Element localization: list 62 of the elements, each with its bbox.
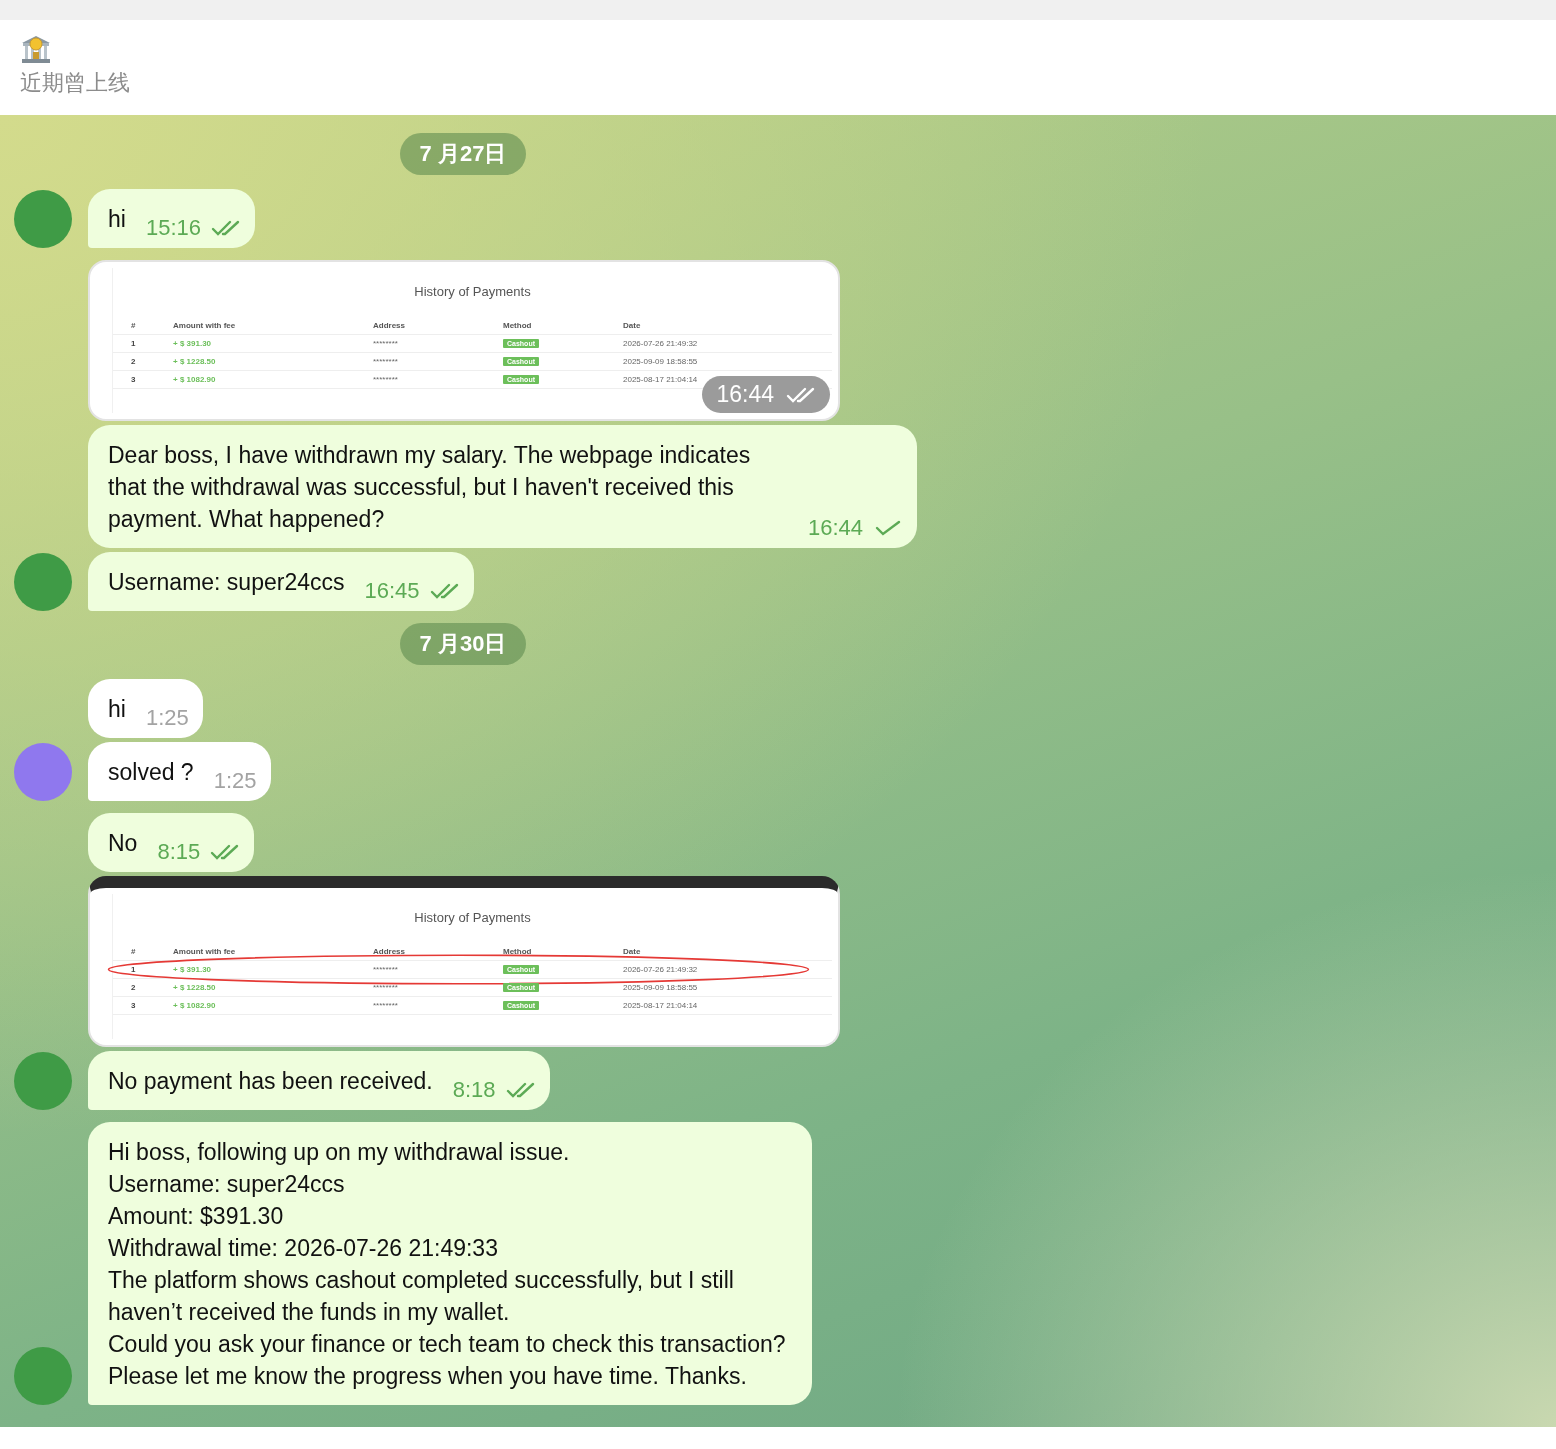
message-time: 1:25	[145, 704, 189, 732]
table-cell-text: + $ 1228.50	[173, 357, 217, 366]
table-cell-text: 2025-08-17 21:04:14	[623, 375, 699, 384]
column-header: #	[131, 321, 137, 330]
message-time: 16:44	[716, 381, 774, 408]
avatar[interactable]	[14, 743, 72, 801]
table-cell-text: ********	[373, 375, 399, 384]
table-cell-text: 2026-07-26 21:49:32	[623, 339, 699, 348]
column-header: Address	[373, 947, 406, 956]
table-cell-text: 2	[131, 983, 137, 992]
message-time: 1:25	[213, 767, 257, 795]
bank-icon	[20, 34, 52, 64]
screenshot-title: History of Payments	[413, 284, 532, 299]
table-cell-text: + $ 391.30	[173, 339, 213, 348]
table-cell-text: + $ 1082.90	[173, 375, 217, 384]
table-cell-text: + $ 1082.90	[173, 1001, 217, 1010]
table-cell-text: 1	[131, 339, 137, 348]
avatar[interactable]	[14, 190, 72, 248]
table-cell-text: 3	[131, 1001, 137, 1010]
table-cell-text: ********	[373, 965, 399, 974]
screenshot-message[interactable]	[88, 876, 840, 1047]
column-header: Date	[623, 947, 642, 956]
column-header: Date	[623, 321, 642, 330]
table-cell-text: + $ 391.30	[173, 965, 213, 974]
column-header: Address	[373, 321, 406, 330]
screenshot-title: History of Payments	[413, 910, 532, 925]
table-cell-text: 3	[131, 375, 137, 384]
table-cell-text: 1	[131, 965, 137, 974]
message-text: hi	[108, 695, 126, 724]
message-text: No payment has been received.	[108, 1067, 433, 1096]
message-text: Dear boss, I have withdrawn my salary. The webpage indicates that the withdrawal was successful, but I haven't received this payment. What happened?	[108, 441, 752, 534]
column-header: Amount with fee	[173, 947, 237, 956]
message-time: 8:18	[452, 1076, 496, 1104]
message-time: 16:45	[364, 577, 420, 605]
table-cell-text: ********	[373, 983, 399, 992]
contact-status: 近期曾上线	[20, 69, 131, 97]
table-cell-text: 2	[131, 357, 137, 366]
column-header: #	[131, 947, 137, 956]
message-text: hi	[108, 205, 126, 234]
avatar[interactable]	[14, 1052, 72, 1110]
table-cell-text: 2025-09-09 18:58:55	[623, 357, 699, 366]
table-cell-text: ********	[373, 357, 399, 366]
column-header: Method	[503, 321, 533, 330]
message-text: Username: super24ccs	[108, 568, 345, 597]
table-cell-text: ********	[373, 339, 399, 348]
table-cell-text: 2026-07-26 21:49:32	[623, 965, 699, 974]
table-cell-text: + $ 1228.50	[173, 983, 217, 992]
message-text: Hi boss, following up on my withdrawal issue. Username: super24ccs Amount: $391.30 Withdrawal time: 2026-07-26 21:49:33 The platform shows cashout completed successfully, but I still haven’t received the funds in my wallet. Could you ask your finance or tech team to check this transaction? Please let me know the progress when you have time. Thanks.	[108, 1138, 787, 1391]
message-text: No	[108, 829, 138, 858]
date-label: 7 月30日	[399, 623, 527, 665]
column-header: Method	[503, 947, 533, 956]
table-cell-text: ********	[373, 1001, 399, 1010]
message-time: 16:44	[808, 514, 864, 542]
date-label: 7 月27日	[399, 133, 527, 175]
message-time: 15:16	[145, 214, 201, 242]
message-text: solved ?	[108, 758, 194, 787]
table-cell-text: 2025-08-17 21:04:14	[623, 1001, 699, 1010]
message-time: 8:15	[157, 838, 201, 866]
column-header: Amount with fee	[173, 321, 237, 330]
table-cell-text: 2025-09-09 18:58:55	[623, 983, 699, 992]
avatar[interactable]	[14, 1347, 72, 1405]
avatar[interactable]	[14, 553, 72, 611]
